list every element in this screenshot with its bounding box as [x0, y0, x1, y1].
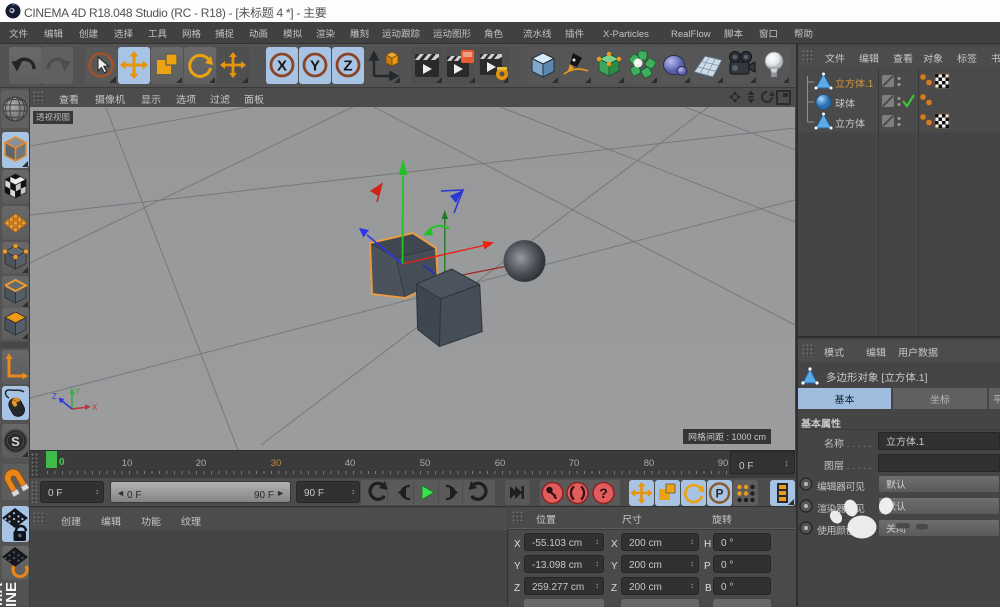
- svg-text:Z: Z: [52, 392, 57, 401]
- svg-text:INEMA: INEMA: [3, 582, 20, 606]
- svg-text:X: X: [277, 58, 287, 75]
- svg-text:S: S: [11, 434, 20, 449]
- svg-text:Z: Z: [343, 58, 352, 75]
- svg-text:P: P: [715, 487, 723, 501]
- svg-text:Y: Y: [310, 58, 320, 75]
- svg-text:X: X: [92, 403, 98, 412]
- svg-text:?: ?: [599, 485, 608, 501]
- svg-text:Y: Y: [75, 387, 81, 396]
